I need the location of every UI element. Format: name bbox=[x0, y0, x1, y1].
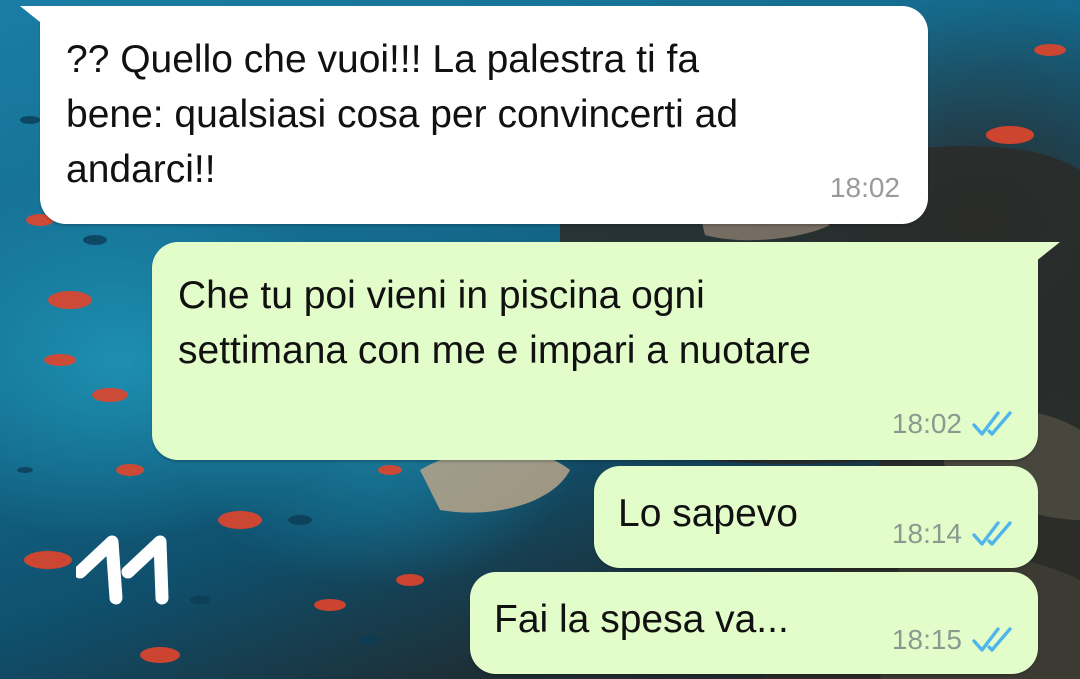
message-bubble-outgoing[interactable]: Lo sapevo 18:14 bbox=[594, 466, 1038, 568]
message-time: 18:15 bbox=[891, 624, 962, 655]
message-time: 18:02 bbox=[891, 408, 962, 439]
read-receipt-icon bbox=[972, 521, 1012, 546]
message-text: ?? Quello che vuoi!!! La palestra ti fa … bbox=[66, 38, 739, 191]
sticker-eleven bbox=[73, 528, 196, 608]
outgoing-tail bbox=[1030, 242, 1060, 266]
message-time: 18:02 bbox=[829, 172, 900, 203]
read-receipt-icon bbox=[972, 411, 1012, 436]
read-receipt-icon bbox=[972, 627, 1012, 652]
message-meta: 18:02 bbox=[830, 172, 900, 204]
message-text: Fai la spesa va... bbox=[494, 598, 789, 641]
message-text: Che tu poi vieni in piscina ogni settima… bbox=[178, 274, 811, 372]
message-bubble-outgoing[interactable]: Che tu poi vieni in piscina ogni settima… bbox=[152, 242, 1038, 460]
eleven-sticker-icon bbox=[73, 535, 169, 605]
incoming-tail bbox=[20, 6, 50, 30]
message-meta: 18:15 bbox=[892, 624, 1016, 656]
message-meta: 18:14 bbox=[892, 518, 1016, 550]
message-bubble-outgoing[interactable]: Fai la spesa va... 18:15 bbox=[470, 572, 1038, 674]
message-text: Lo sapevo bbox=[618, 492, 798, 535]
message-bubble-incoming[interactable]: ?? Quello che vuoi!!! La palestra ti fa … bbox=[40, 6, 928, 224]
message-time: 18:14 bbox=[891, 518, 962, 549]
message-meta: 18:02 bbox=[892, 408, 1016, 440]
